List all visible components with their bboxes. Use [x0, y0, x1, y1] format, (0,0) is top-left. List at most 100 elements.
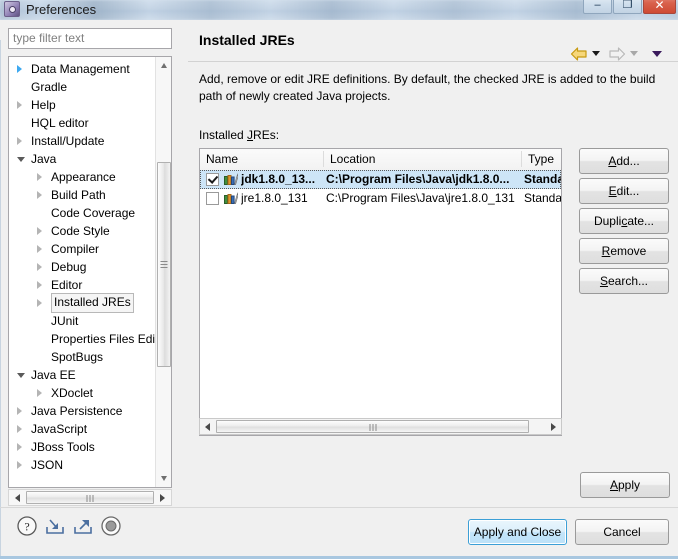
scroll-down-arrow-icon[interactable] [156, 470, 171, 487]
tree-item-label: SpotBugs [51, 350, 104, 364]
tree-expand-arrow-closed-icon[interactable] [37, 389, 42, 397]
tree-item-editor[interactable]: Editor [9, 276, 157, 294]
tree-item-java-persistence[interactable]: Java Persistence [9, 402, 157, 420]
tree-scroll-thumb[interactable] [157, 162, 171, 367]
column-header-name[interactable]: Name [200, 149, 324, 169]
tree-item-spotbugs[interactable]: SpotBugs [9, 348, 157, 366]
tree-item-properties-files-editor[interactable]: Properties Files Editor [9, 330, 157, 348]
tree-expand-arrow-open-icon[interactable] [17, 373, 25, 378]
tree-item-label: Gradle [31, 80, 68, 94]
preferences-icon [4, 1, 20, 17]
tree-expand-arrow-closed-icon[interactable] [17, 461, 22, 469]
apply-and-close-button[interactable]: Apply and Close [468, 519, 567, 545]
tree-item-code-coverage[interactable]: Code Coverage [9, 204, 157, 222]
column-header-type[interactable]: Type [522, 149, 561, 169]
tree-item-label: Java Persistence [31, 404, 123, 418]
tree-item-hql-editor[interactable]: HQL editor [9, 114, 157, 132]
tree-item-data-management[interactable]: Data Management [9, 60, 157, 78]
tree-item-jboss-tools[interactable]: JBoss Tools [9, 438, 157, 456]
tree-horizontal-scrollbar[interactable] [8, 489, 172, 506]
tree-expand-arrow-closed-icon[interactable] [37, 281, 42, 289]
help-icon[interactable]: ? [14, 513, 40, 539]
tree-item-xdoclet[interactable]: XDoclet [9, 384, 157, 402]
back-arrow-icon[interactable] [570, 47, 588, 61]
tree-expand-arrow-open-icon[interactable] [17, 157, 25, 162]
scroll-up-arrow-icon[interactable] [156, 57, 171, 74]
tree-item-label: Help [31, 98, 56, 112]
tree-expand-arrow-closed-icon[interactable] [17, 407, 22, 415]
table-horizontal-scrollbar[interactable] [199, 418, 562, 435]
tree-item-install-update[interactable]: Install/Update [9, 132, 157, 150]
cell-location: C:\Program Files\Java\jre1.8.0_131 [326, 191, 515, 205]
tree-item-installed-jres[interactable]: Installed JREs [9, 293, 157, 313]
table-scroll-left-arrow-icon[interactable] [200, 419, 215, 434]
table-scroll-right-arrow-icon[interactable] [546, 419, 561, 434]
tree-item-java-ee[interactable]: Java EE [9, 366, 157, 384]
scroll-left-arrow-icon[interactable] [9, 490, 25, 505]
tree-item-appearance[interactable]: Appearance [9, 168, 157, 186]
tree-item-build-path[interactable]: Build Path [9, 186, 157, 204]
tree-item-label: Properties Files Editor [51, 332, 157, 346]
preference-tree[interactable]: Data Management Gradle Help HQL editor Insta… [8, 56, 172, 488]
maximize-button[interactable]: ❐ [613, 0, 642, 14]
tree-vertical-scrollbar[interactable] [155, 57, 171, 487]
edit-button[interactable]: Edit... [579, 178, 669, 204]
tree-item-label: Java [31, 152, 57, 166]
table-hscroll-thumb[interactable] [216, 420, 529, 433]
table-row[interactable]: jdk1.8.0_13... C:\Program Files\Java\jdk1… [200, 170, 561, 189]
export-icon[interactable] [70, 513, 96, 539]
tree-expand-arrow-closed-icon[interactable] [17, 137, 22, 145]
cell-name: jre1.8.0_131 [241, 191, 308, 205]
remove-button[interactable]: Remove [579, 238, 669, 264]
tree-expand-arrow-closed-icon[interactable] [17, 443, 22, 451]
tree-item-label: JBoss Tools [31, 440, 95, 454]
scroll-right-arrow-icon[interactable] [155, 490, 171, 505]
tree-hscroll-thumb[interactable] [26, 491, 154, 504]
forward-arrow-icon [608, 47, 626, 61]
tree-item-label: Editor [51, 278, 83, 292]
tree-item-gradle[interactable]: Gradle [9, 78, 157, 96]
tree-item-code-style[interactable]: Code Style [9, 222, 157, 240]
tree-expand-arrow-closed-icon[interactable] [37, 263, 42, 271]
add-button[interactable]: Add... [579, 148, 669, 174]
tree-item-label: Build Path [51, 188, 106, 202]
apply-button[interactable]: Apply [580, 472, 670, 498]
tree-expand-arrow-closed-icon[interactable] [37, 299, 42, 307]
tree-item-compiler[interactable]: Compiler [9, 240, 157, 258]
tree-item-debug[interactable]: Debug [9, 258, 157, 276]
tree-item-java[interactable]: Java [9, 150, 157, 168]
tree-expand-arrow-closed-icon[interactable] [37, 227, 42, 235]
tree-item-json[interactable]: JSON [9, 456, 157, 474]
header-divider [188, 61, 678, 62]
filter-input[interactable]: type filter text [8, 28, 172, 49]
minimize-button[interactable]: – [583, 0, 612, 14]
preferences-window: Preferences – ❐ ✕ type filter text Data … [0, 0, 678, 559]
tree-item-help[interactable]: Help [9, 96, 157, 114]
cancel-button[interactable]: Cancel [575, 519, 669, 545]
jre-library-icon [224, 192, 239, 205]
tree-expand-arrow-closed-icon[interactable] [37, 173, 42, 181]
search-button-label: Search... [599, 274, 649, 288]
column-header-location[interactable]: Location [324, 149, 522, 169]
view-menu-dropdown-icon[interactable] [652, 51, 662, 57]
back-history-dropdown-icon[interactable] [592, 51, 600, 56]
jre-table[interactable]: Name Location Type jdk1.8.0_13... C:\Prog… [199, 148, 562, 436]
tree-expand-arrow-closed-icon[interactable] [37, 191, 42, 199]
table-row[interactable]: jre1.8.0_131 C:\Program Files\Java\jre1.8… [200, 189, 561, 208]
search-button[interactable]: Search... [579, 268, 669, 294]
tree-nodes: Data Management Gradle Help HQL editor Insta… [9, 57, 157, 487]
tree-item-javascript[interactable]: JavaScript [9, 420, 157, 438]
record-icon[interactable] [98, 513, 124, 539]
tree-expand-arrow-closed-icon[interactable] [17, 65, 22, 73]
import-icon[interactable] [42, 513, 68, 539]
remove-button-label: Remove [601, 244, 647, 258]
close-button[interactable]: ✕ [643, 0, 676, 14]
tree-expand-arrow-closed-icon[interactable] [17, 101, 22, 109]
tree-expand-arrow-closed-icon[interactable] [17, 425, 22, 433]
duplicate-button[interactable]: Duplicate... [579, 208, 669, 234]
jre-checkbox[interactable] [206, 192, 219, 205]
tree-item-label: Data Management [31, 62, 130, 76]
tree-item-junit[interactable]: JUnit [9, 312, 157, 330]
tree-expand-arrow-closed-icon[interactable] [37, 245, 42, 253]
table-hscroll-grip-icon [368, 420, 377, 434]
